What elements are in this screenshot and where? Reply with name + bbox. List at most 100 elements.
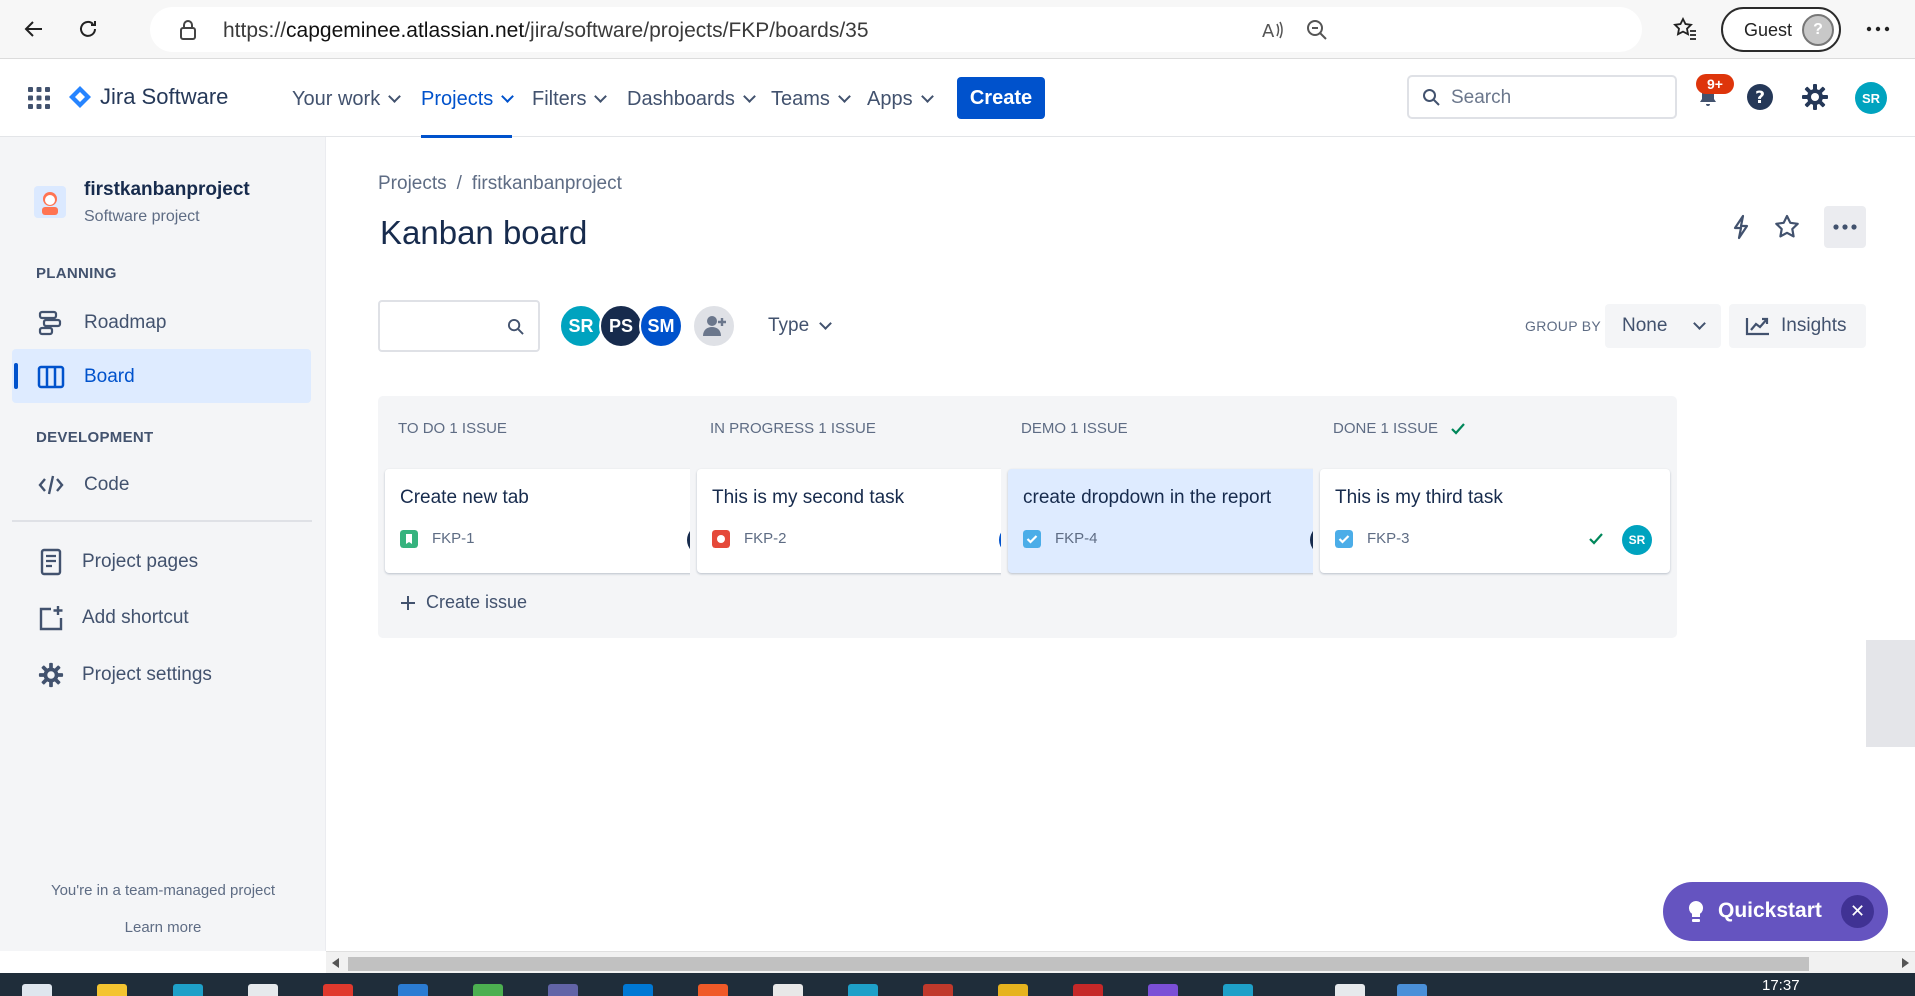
- column-title-text: IN PROGRESS 1 ISSUE: [710, 420, 876, 437]
- more-icon[interactable]: [1860, 11, 1896, 47]
- column-title: DONE 1 ISSUE: [1333, 420, 1466, 437]
- issue-card[interactable]: This is my third task FKP-3 SR: [1320, 469, 1670, 573]
- more-actions-button[interactable]: [1824, 206, 1866, 248]
- filter-avatar-sr[interactable]: SR: [559, 304, 603, 348]
- star-icon[interactable]: [1766, 206, 1808, 248]
- task-icon: [1335, 530, 1353, 548]
- browser-toolbar: https://capgeminee.atlassian.net/jira/so…: [0, 0, 1915, 59]
- lock-icon[interactable]: [178, 19, 198, 46]
- read-aloud-icon[interactable]: A: [1260, 18, 1284, 47]
- app-icon[interactable]: [473, 984, 503, 996]
- sidebar-item-project-settings[interactable]: Project settings: [12, 647, 311, 701]
- nav-apps[interactable]: Apps: [867, 88, 934, 111]
- more-icon: [1833, 224, 1857, 230]
- address-bar[interactable]: https://capgeminee.atlassian.net/jira/so…: [150, 7, 1642, 52]
- start-icon[interactable]: [22, 984, 52, 996]
- settings-icon: [36, 660, 66, 690]
- scroll-right-icon[interactable]: [1901, 958, 1909, 968]
- app-icon[interactable]: [1073, 984, 1103, 996]
- app-icon[interactable]: [1335, 984, 1365, 996]
- search-input[interactable]: Search: [1407, 75, 1677, 119]
- sidebar-item-board[interactable]: Board: [12, 349, 311, 403]
- edge-app-icon[interactable]: [173, 984, 203, 996]
- add-people-button[interactable]: [692, 304, 736, 348]
- jira-logo[interactable]: Jira Software: [68, 84, 228, 110]
- nav-projects[interactable]: Projects: [421, 88, 515, 138]
- guest-profile-button[interactable]: Guest ?: [1721, 7, 1841, 52]
- insights-label: Insights: [1781, 315, 1847, 336]
- planning-heading: PLANNING: [36, 265, 117, 282]
- app-icon[interactable]: [248, 984, 278, 996]
- file-explorer-icon[interactable]: [97, 984, 127, 996]
- horizontal-scrollbar[interactable]: [326, 951, 1915, 973]
- app-icon[interactable]: [698, 984, 728, 996]
- issue-card[interactable]: This is my second task FKP-2 SM: [697, 469, 1047, 573]
- app-icon[interactable]: [1397, 984, 1427, 996]
- app-icon[interactable]: [1148, 984, 1178, 996]
- type-filter[interactable]: Type: [768, 315, 833, 337]
- nav-your-work[interactable]: Your work: [292, 88, 402, 111]
- column-title-text: DEMO 1 ISSUE: [1021, 420, 1128, 437]
- assignee-avatar[interactable]: SR: [1622, 525, 1652, 555]
- favorites-icon[interactable]: [1667, 11, 1703, 47]
- nav-dashboards[interactable]: Dashboards: [627, 88, 756, 111]
- issue-card[interactable]: Create new tab FKP-1 PS: [385, 469, 735, 573]
- edge-app-icon[interactable]: [848, 984, 878, 996]
- teams-icon[interactable]: [548, 984, 578, 996]
- automation-icon[interactable]: [1720, 206, 1762, 248]
- project-avatar[interactable]: [34, 186, 66, 218]
- scrollbar-thumb[interactable]: [348, 957, 1809, 971]
- sidebar-item-code[interactable]: Code: [12, 457, 311, 511]
- insights-button[interactable]: Insights: [1729, 304, 1866, 348]
- add-shortcut-icon: [36, 603, 66, 633]
- search-icon: [1423, 89, 1440, 106]
- quickstart-button[interactable]: Quickstart ✕: [1663, 882, 1888, 941]
- chevron-down-icon: [388, 90, 402, 103]
- back-icon[interactable]: [16, 11, 52, 47]
- group-by-dropdown[interactable]: None: [1605, 304, 1721, 348]
- issue-card[interactable]: create dropdown in the report FKP-4 PS: [1008, 469, 1358, 573]
- app-icon[interactable]: [998, 984, 1028, 996]
- jira-logo-icon: [69, 86, 91, 108]
- nav-label: Projects: [421, 88, 494, 110]
- nav-filters[interactable]: Filters: [532, 88, 608, 111]
- board-column-todo: TO DO 1 ISSUE Create new tab FKP-1 PS Cr…: [378, 396, 742, 638]
- app-icon[interactable]: [773, 984, 803, 996]
- issue-title: This is my third task: [1335, 487, 1503, 508]
- roadmap-icon: [36, 308, 66, 338]
- create-button[interactable]: Create: [957, 77, 1045, 119]
- zoom-icon[interactable]: [1305, 18, 1329, 47]
- breadcrumb: Projects / firstkanbanproject: [378, 173, 622, 194]
- nav-teams[interactable]: Teams: [771, 88, 851, 111]
- create-issue-button[interactable]: Create issue: [400, 592, 527, 613]
- board-scroll-edge: [1866, 640, 1915, 747]
- board-search-input[interactable]: [378, 300, 540, 352]
- sidebar-item-project-pages[interactable]: Project pages: [12, 534, 311, 588]
- help-icon[interactable]: ?: [1745, 82, 1775, 112]
- app-icon[interactable]: [923, 984, 953, 996]
- app-icon[interactable]: [1223, 984, 1253, 996]
- chrome-icon[interactable]: [323, 984, 353, 996]
- breadcrumb-project[interactable]: firstkanbanproject: [472, 173, 622, 194]
- code-icon: [36, 470, 66, 500]
- learn-more-link[interactable]: Learn more: [0, 919, 326, 936]
- app-icon[interactable]: [398, 984, 428, 996]
- add-person-icon: [703, 316, 726, 336]
- vscode-icon[interactable]: [623, 984, 653, 996]
- refresh-icon[interactable]: [70, 11, 106, 47]
- filter-avatar-ps[interactable]: PS: [599, 304, 643, 348]
- sidebar-item-label: Code: [84, 474, 130, 495]
- sidebar-item-roadmap[interactable]: Roadmap: [12, 295, 311, 349]
- scroll-left-icon[interactable]: [332, 958, 340, 968]
- filter-avatar-sm[interactable]: SM: [639, 304, 683, 348]
- project-name[interactable]: firstkanbanproject: [84, 179, 250, 201]
- sidebar-item-add-shortcut[interactable]: Add shortcut: [12, 590, 311, 644]
- close-icon[interactable]: ✕: [1841, 895, 1874, 928]
- settings-icon[interactable]: [1800, 82, 1830, 112]
- user-avatar[interactable]: SR: [1855, 82, 1887, 114]
- sidebar-item-label: Add shortcut: [82, 607, 189, 628]
- breadcrumb-projects[interactable]: Projects: [378, 173, 447, 194]
- board-icon: [36, 362, 66, 392]
- app-switcher-icon[interactable]: [28, 87, 50, 114]
- issue-title: This is my second task: [712, 487, 905, 508]
